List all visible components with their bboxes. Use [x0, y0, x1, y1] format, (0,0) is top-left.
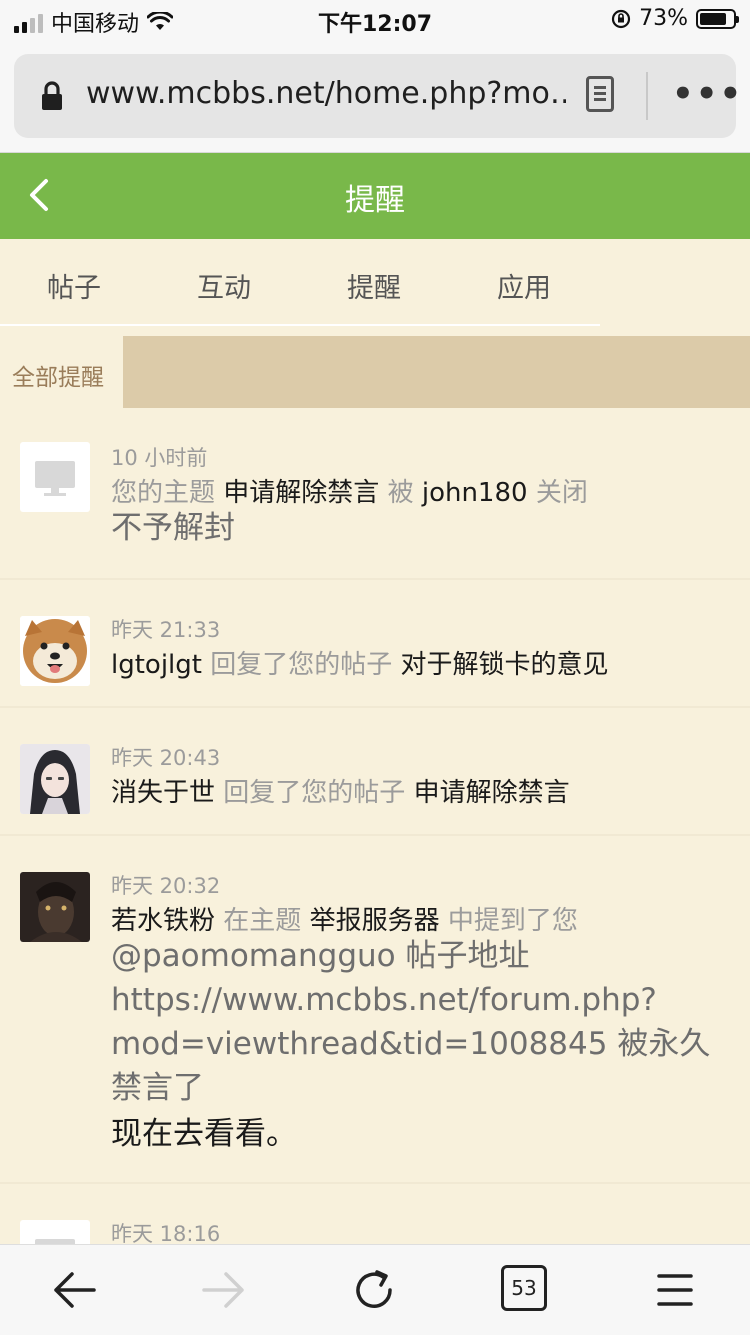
user-link[interactable]: 若水铁粉	[111, 906, 215, 936]
notification-item: 昨天 21:33 lgtojlgt 回复了您的帖子 对于解锁卡的意见	[0, 578, 750, 706]
page-title: 提醒	[345, 183, 405, 218]
thread-link[interactable]: 申请解除禁言	[223, 478, 379, 508]
thread-link[interactable]: 举报服务器	[310, 906, 440, 936]
tab-apps[interactable]: 应用	[497, 266, 551, 305]
notification-item: 昨天 20:43 消失于世 回复了您的帖子 申请解除禁言	[0, 706, 750, 834]
user-link[interactable]: 消失于世	[111, 778, 215, 808]
reader-mode-icon[interactable]	[586, 76, 614, 112]
lock-icon	[42, 81, 62, 110]
rotation-lock-icon	[611, 9, 631, 28]
tab-reminders[interactable]: 提醒	[347, 266, 401, 305]
avatar[interactable]	[20, 1220, 90, 1246]
more-options-icon[interactable]: •••	[672, 74, 743, 114]
view-now-link[interactable]: 现在去看看。	[111, 1112, 297, 1156]
url-text[interactable]: www.mcbbs.net/home.php?mo…	[86, 76, 566, 111]
notification-item: 10 小时前 您的主题 申请解除禁言 被 john180 关闭 不予解封	[0, 418, 750, 576]
quote-line: mod=viewthread&tid=1008845 被永久	[111, 1026, 711, 1062]
address-bar[interactable]: www.mcbbs.net/home.php?mo… •••	[14, 54, 741, 138]
notification-text: lgtojlgt 回复了您的帖子 对于解锁卡的意见	[111, 650, 609, 680]
tab-posts[interactable]: 帖子	[47, 266, 101, 305]
monitor-icon	[35, 461, 75, 496]
avatar[interactable]	[20, 442, 90, 512]
filter-all-reminders[interactable]: 全部提醒	[12, 358, 104, 392]
section-tabs: 帖子 互动 提醒 应用	[0, 240, 750, 326]
thread-link[interactable]: 对于解锁卡的意见	[401, 650, 609, 680]
menu-icon[interactable]	[650, 1267, 700, 1313]
avatar[interactable]	[20, 616, 90, 686]
notification-item: 昨天 18:16	[0, 1182, 750, 1246]
battery-percent: 73%	[639, 6, 688, 31]
notification-note: 不予解封	[111, 510, 235, 546]
quote-line: https://www.mcbbs.net/forum.php?	[111, 982, 657, 1018]
forward-arrow-icon[interactable]	[200, 1267, 250, 1313]
tab-underline	[0, 324, 600, 326]
address-divider	[646, 72, 648, 120]
filter-row: 全部提醒	[0, 336, 750, 408]
monitor-icon	[35, 1239, 75, 1246]
notification-text: 消失于世 回复了您的帖子 申请解除禁言	[111, 778, 570, 808]
avatar[interactable]	[20, 744, 90, 814]
back-arrow-icon[interactable]	[50, 1267, 100, 1313]
avatar[interactable]	[20, 872, 90, 942]
thread-link[interactable]: 申请解除禁言	[414, 778, 570, 808]
browser-toolbar: 53	[0, 1244, 750, 1335]
tabs-count-button[interactable]: 53	[501, 1265, 547, 1311]
user-link[interactable]: john180	[422, 478, 528, 508]
quote-line: 禁言了	[111, 1070, 204, 1106]
status-bar: 中国移动 下午12:07 73%	[0, 0, 750, 40]
dark-character-avatar	[20, 872, 90, 942]
notification-text: 您的主题 申请解除禁言 被 john180 关闭	[111, 478, 588, 508]
battery-icon	[696, 8, 739, 29]
filter-band	[123, 336, 750, 408]
notification-time: 昨天 21:33	[111, 618, 221, 642]
shiba-dog-avatar	[20, 616, 90, 686]
tab-interaction[interactable]: 互动	[197, 266, 251, 305]
page-header: 提醒	[0, 153, 750, 239]
browser-address-area: www.mcbbs.net/home.php?mo… •••	[0, 40, 750, 153]
notification-time: 昨天 18:16	[111, 1222, 221, 1246]
notification-item: 昨天 20:32 若水铁粉 在主题 举报服务器 中提到了您 @paomomang…	[0, 834, 750, 1182]
notification-time: 10 小时前	[111, 446, 208, 470]
anime-girl-avatar	[20, 744, 90, 814]
notification-text: 若水铁粉 在主题 举报服务器 中提到了您	[111, 906, 578, 936]
reload-icon[interactable]	[350, 1267, 400, 1313]
user-link[interactable]: lgtojlgt	[111, 650, 202, 680]
notification-time: 昨天 20:32	[111, 874, 221, 898]
quote-line: @paomomangguo 帖子地址	[111, 938, 530, 974]
notification-time: 昨天 20:43	[111, 746, 221, 770]
